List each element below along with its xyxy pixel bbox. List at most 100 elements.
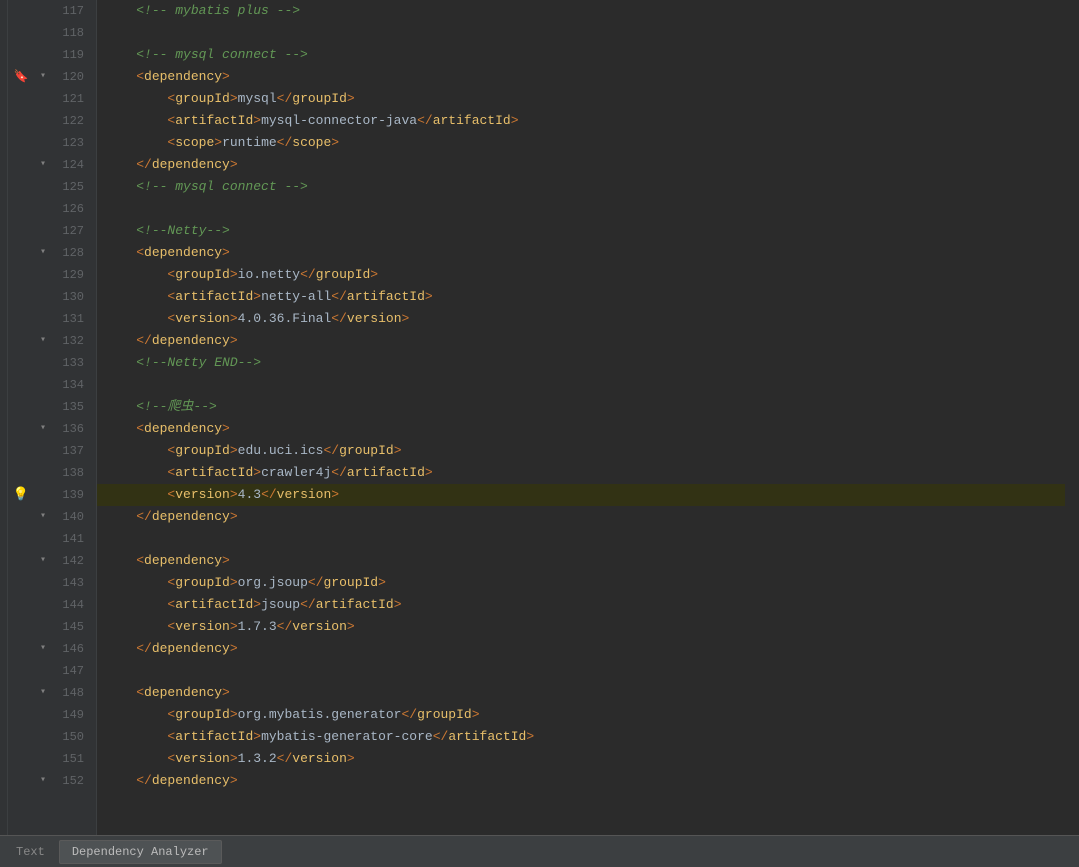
- line-number-152: ▾ 152: [12, 770, 88, 792]
- line-num-label: 127: [56, 220, 84, 242]
- line-number-138: 138: [12, 462, 88, 484]
- line-num-label: 137: [56, 440, 84, 462]
- code-line-123: <scope>runtime</scope>: [97, 132, 1065, 154]
- code-line-150: <artifactId>mybatis-generator-core</arti…: [97, 726, 1065, 748]
- line-number-124: ▾ 124: [12, 154, 88, 176]
- line-number-145: 145: [12, 616, 88, 638]
- line-num-label: 119: [56, 44, 84, 66]
- line-number-122: 122: [12, 110, 88, 132]
- line-num-label: 152: [56, 770, 84, 792]
- fold-toggle[interactable]: ▾: [40, 506, 46, 528]
- line-number-147: 147: [12, 660, 88, 682]
- code-line-151: <version>1.3.2</version>: [97, 748, 1065, 770]
- line-num-label: 125: [56, 176, 84, 198]
- fold-icon-124[interactable]: ▾: [34, 154, 52, 176]
- line-num-label: 136: [56, 418, 84, 440]
- line-number-137: 137: [12, 440, 88, 462]
- fold-toggle[interactable]: ▾: [40, 66, 46, 88]
- line-number-128: ▾128: [12, 242, 88, 264]
- code-line-135: <!--爬虫-->: [97, 396, 1065, 418]
- line-num-label: 130: [56, 286, 84, 308]
- line-number-126: 126: [12, 198, 88, 220]
- line-num-label: 145: [56, 616, 84, 638]
- bulb-icon[interactable]: 💡: [13, 484, 29, 506]
- fold-icon-152[interactable]: ▾: [34, 770, 52, 792]
- line-number-121: 121: [12, 88, 88, 110]
- line-num-label: 146: [56, 638, 84, 660]
- line-num-label: 140: [56, 506, 84, 528]
- line-num-label: 122: [56, 110, 84, 132]
- fold-icon-140[interactable]: ▾: [34, 506, 52, 528]
- line-num-label: 117: [56, 0, 84, 22]
- line-number-151: 151: [12, 748, 88, 770]
- line-number-142: ▾142: [12, 550, 88, 572]
- line-number-140: ▾ 140: [12, 506, 88, 528]
- fold-icon-148[interactable]: ▾: [34, 682, 52, 704]
- line-number-134: 134: [12, 374, 88, 396]
- code-line-145: <version>1.7.3</version>: [97, 616, 1065, 638]
- line-num-label: 129: [56, 264, 84, 286]
- line-num-label: 148: [56, 682, 84, 704]
- line-number-120: 🔖▾120: [12, 66, 88, 88]
- code-line-137: <groupId>edu.uci.ics</groupId>: [97, 440, 1065, 462]
- code-line-136: <dependency>: [97, 418, 1065, 440]
- line-num-label: 144: [56, 594, 84, 616]
- tab-dependency-analyzer[interactable]: Dependency Analyzer: [59, 840, 222, 864]
- line-num-label: 138: [56, 462, 84, 484]
- code-line-132: </dependency>: [97, 330, 1065, 352]
- fold-toggle[interactable]: ▾: [40, 550, 46, 572]
- code-lines: <!-- mybatis plus --> <!-- mysql connect…: [97, 0, 1065, 835]
- line-num-label: 135: [56, 396, 84, 418]
- code-line-149: <groupId>org.mybatis.generator</groupId>: [97, 704, 1065, 726]
- line-number-127: 127: [12, 220, 88, 242]
- fold-icon-142[interactable]: ▾: [34, 550, 52, 572]
- fold-toggle[interactable]: ▾: [40, 638, 46, 660]
- line-number-119: 119: [12, 44, 88, 66]
- fold-toggle[interactable]: ▾: [40, 330, 46, 352]
- line-num-label: 126: [56, 198, 84, 220]
- code-line-138: <artifactId>crawler4j</artifactId>: [97, 462, 1065, 484]
- code-line-120: <dependency>: [97, 66, 1065, 88]
- line-number-149: 149: [12, 704, 88, 726]
- code-line-117: <!-- mybatis plus -->: [97, 0, 1065, 22]
- code-line-126: [97, 198, 1065, 220]
- fold-icon-128[interactable]: ▾: [34, 242, 52, 264]
- fold-toggle[interactable]: ▾: [40, 242, 46, 264]
- line-number-136: ▾ 136: [12, 418, 88, 440]
- code-line-143: <groupId>org.jsoup</groupId>: [97, 572, 1065, 594]
- tab-text[interactable]: Text: [4, 840, 57, 864]
- line-icon-139: 💡: [12, 484, 30, 506]
- code-line-121: <groupId>mysql</groupId>: [97, 88, 1065, 110]
- line-number-143: 143: [12, 572, 88, 594]
- code-line-128: <dependency>: [97, 242, 1065, 264]
- fold-icon-146[interactable]: ▾: [34, 638, 52, 660]
- code-line-125: <!-- mysql connect -->: [97, 176, 1065, 198]
- code-container[interactable]: 117118119🔖▾120121122123▾124125126127▾128…: [0, 0, 1079, 835]
- code-line-146: </dependency>: [97, 638, 1065, 660]
- line-number-123: 123: [12, 132, 88, 154]
- fold-icon-120[interactable]: ▾: [34, 66, 52, 88]
- line-number-131: 131: [12, 308, 88, 330]
- line-num-label: 124: [56, 154, 84, 176]
- fold-toggle[interactable]: ▾: [40, 418, 46, 440]
- line-number-125: 125: [12, 176, 88, 198]
- fold-toggle[interactable]: ▾: [40, 154, 46, 176]
- code-line-131: <version>4.0.36.Final</version>: [97, 308, 1065, 330]
- line-num-label: 123: [56, 132, 84, 154]
- fold-toggle[interactable]: ▾: [40, 770, 46, 792]
- line-num-label: 141: [56, 528, 84, 550]
- line-number-133: 133: [12, 352, 88, 374]
- code-line-144: <artifactId>jsoup</artifactId>: [97, 594, 1065, 616]
- fold-icon-132[interactable]: ▾: [34, 330, 52, 352]
- line-number-144: 144: [12, 594, 88, 616]
- code-line-134: [97, 374, 1065, 396]
- line-icon-120: 🔖: [12, 66, 30, 88]
- fold-toggle[interactable]: ▾: [40, 682, 46, 704]
- code-line-130: <artifactId>netty-all</artifactId>: [97, 286, 1065, 308]
- line-num-label: 132: [56, 330, 84, 352]
- line-numbers: 117118119🔖▾120121122123▾124125126127▾128…: [8, 0, 97, 835]
- line-number-146: ▾ 146: [12, 638, 88, 660]
- line-number-141: 141: [12, 528, 88, 550]
- fold-icon-136[interactable]: ▾: [34, 418, 52, 440]
- code-line-139: <version>4.3</version>: [97, 484, 1065, 506]
